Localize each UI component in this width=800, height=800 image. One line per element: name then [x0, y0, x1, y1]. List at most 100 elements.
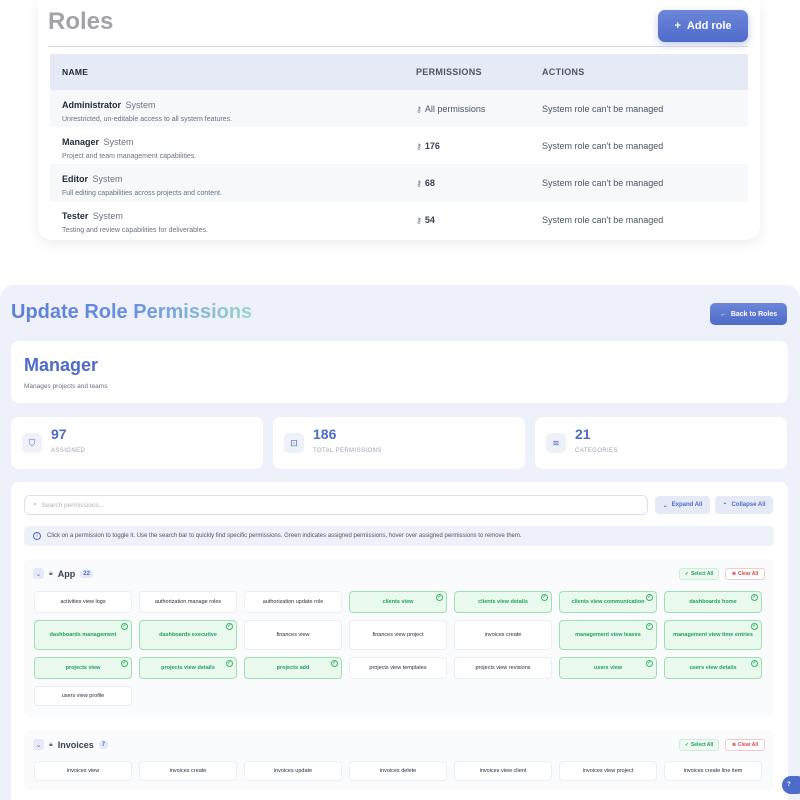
chevron-down-icon[interactable]: ⌄: [33, 568, 44, 579]
permission-chip[interactable]: activities view logs: [34, 591, 132, 613]
category-header: ⌄ 🔒︎ App 22: [33, 568, 93, 579]
collapse-all-label: Collapse All: [731, 502, 766, 508]
permission-label: projects view revisions: [475, 664, 531, 671]
help-button[interactable]: ?: [782, 776, 800, 794]
permission-chip[interactable]: dashboards home ✓: [664, 591, 762, 613]
lock-icon: 🔒︎: [49, 740, 53, 748]
permission-chip[interactable]: invoices view: [34, 761, 132, 781]
permission-label: invoices create line item: [683, 767, 743, 774]
permission-chip[interactable]: authorization update role: [244, 591, 342, 613]
permission-chip[interactable]: clients view details ✓: [454, 591, 552, 613]
info-banner: i Click on a permission to toggle it. Us…: [24, 526, 774, 546]
search-input[interactable]: [41, 501, 602, 509]
permission-chip[interactable]: finances view project: [349, 620, 447, 650]
collapse-all-button[interactable]: ⌃ Collapse All: [715, 496, 773, 514]
check-circle-icon: ✓: [121, 660, 128, 667]
search-box[interactable]: ⌕: [24, 495, 648, 515]
role-cell: Tester System Testing and review capabil…: [50, 206, 404, 234]
role-cell: Manager System Project and team manageme…: [50, 132, 404, 160]
clear-all-label: Clear All: [738, 742, 759, 748]
permission-label: authorization update role: [262, 598, 324, 605]
permission-chip[interactable]: management view leaves ✓: [559, 620, 657, 650]
help-icon: ?: [787, 782, 791, 788]
table-row[interactable]: Tester System Testing and review capabil…: [50, 201, 748, 238]
permission-label: users view details: [689, 664, 737, 671]
lock-icon: 🔒︎: [49, 569, 53, 577]
permission-label: management view time entries: [673, 631, 753, 638]
permission-chip[interactable]: invoices view project: [559, 761, 657, 781]
permission-chip[interactable]: clients view ✓: [349, 591, 447, 613]
key-icon: ⚷: [416, 104, 422, 114]
permission-label: invoices view project: [582, 767, 634, 774]
role-name: Tester: [62, 210, 89, 221]
permission-chip[interactable]: projects add ✓: [244, 657, 342, 679]
stat-assigned: ⛉ 97 ASSIGNED: [11, 417, 263, 469]
category-invoices: ⌄ 🔒︎ Invoices 7 ✓ Select All ⊗ Clear All: [24, 730, 774, 790]
permission-chip[interactable]: users view details ✓: [664, 657, 762, 679]
permission-label: invoices view client: [479, 767, 527, 774]
divider: [48, 46, 748, 47]
select-all-button[interactable]: ✓ Select All: [679, 568, 719, 580]
table-row[interactable]: Administrator System Unrestricted, un-ed…: [50, 90, 748, 127]
permission-chip[interactable]: projects view templates: [349, 657, 447, 679]
roles-table: NAME PERMISSIONS ACTIONS Administrator S…: [50, 54, 748, 238]
permission-chip[interactable]: invoices view client: [454, 761, 552, 781]
clear-all-label: Clear All: [738, 571, 759, 577]
select-all-button[interactable]: ✓ Select All: [679, 739, 719, 751]
category-name: Invoices: [57, 739, 94, 750]
permission-chip[interactable]: projects view details ✓: [139, 657, 237, 679]
permission-label: invoices view: [66, 767, 100, 774]
stat-label: ASSIGNED: [51, 448, 86, 454]
permission-chip[interactable]: invoices delete: [349, 761, 447, 781]
table-row[interactable]: Manager System Project and team manageme…: [50, 127, 748, 164]
role-tag: System: [92, 210, 123, 221]
check-circle-icon: ✓: [226, 660, 233, 667]
permission-label: projects view: [65, 664, 101, 671]
clear-all-button[interactable]: ⊗ Clear All: [725, 739, 765, 751]
permission-chip[interactable]: management view time entries ✓: [664, 620, 762, 650]
permission-chip[interactable]: invoices update: [244, 761, 342, 781]
chevron-down-icon: ⌄: [662, 502, 668, 509]
select-all-label: Select All: [690, 571, 714, 577]
category-name: App: [57, 568, 76, 579]
clear-all-button[interactable]: ⊗ Clear All: [725, 568, 765, 580]
permission-chip[interactable]: dashboards executive ✓: [139, 620, 237, 650]
role-name: Manager: [24, 355, 99, 375]
permission-label: dashboards home: [689, 598, 737, 605]
layers-icon: ≋: [546, 433, 566, 453]
permission-label: invoices delete: [379, 767, 417, 774]
search-icon: ⌕: [33, 501, 37, 508]
permission-chip[interactable]: invoices create line item: [664, 761, 762, 781]
expand-all-label: Expand All: [671, 502, 703, 508]
info-text: Click on a permission to toggle it. Use …: [47, 533, 522, 539]
permission-chip[interactable]: users view ✓: [559, 657, 657, 679]
stat-categories: ≋ 21 CATEGORIES: [535, 417, 787, 469]
column-header-name: NAME: [62, 67, 89, 77]
table-row[interactable]: Editor System Full editing capabilities …: [50, 164, 748, 201]
chevron-down-icon[interactable]: ⌄: [33, 739, 44, 750]
category-header: ⌄ 🔒︎ Invoices 7: [33, 739, 109, 750]
update-title: Update Role Permissions: [11, 301, 253, 323]
permission-chip[interactable]: users view profile: [34, 686, 132, 706]
permission-chip[interactable]: clients view communication ✓: [559, 591, 657, 613]
shield-icon: ⛉: [22, 433, 42, 453]
check-circle-icon: ✓: [751, 623, 758, 630]
actions-cell: System role can't be managed: [542, 103, 664, 114]
permission-label: invoices create: [484, 631, 522, 638]
permission-chip[interactable]: projects view ✓: [34, 657, 132, 679]
expand-all-button[interactable]: ⌄ Expand All: [655, 496, 710, 514]
permission-chip[interactable]: finances view: [244, 620, 342, 650]
add-role-button[interactable]: + Add role: [658, 10, 748, 42]
category-count: 7: [98, 740, 109, 749]
permission-label: projects view templates: [369, 664, 427, 671]
check-circle-icon: ✓: [226, 623, 233, 630]
check-circle-icon: ✓: [331, 660, 338, 667]
permission-count: All permissions: [424, 103, 486, 114]
back-to-roles-button[interactable]: ← Back to Roles: [710, 303, 787, 325]
permission-chip[interactable]: dashboards management ✓: [34, 620, 132, 650]
permission-chip[interactable]: invoices create: [454, 620, 552, 650]
permission-count: 68: [424, 177, 435, 188]
permission-chip[interactable]: invoices create: [139, 761, 237, 781]
permission-chip[interactable]: authorization manage roles: [139, 591, 237, 613]
permission-chip[interactable]: projects view revisions: [454, 657, 552, 679]
